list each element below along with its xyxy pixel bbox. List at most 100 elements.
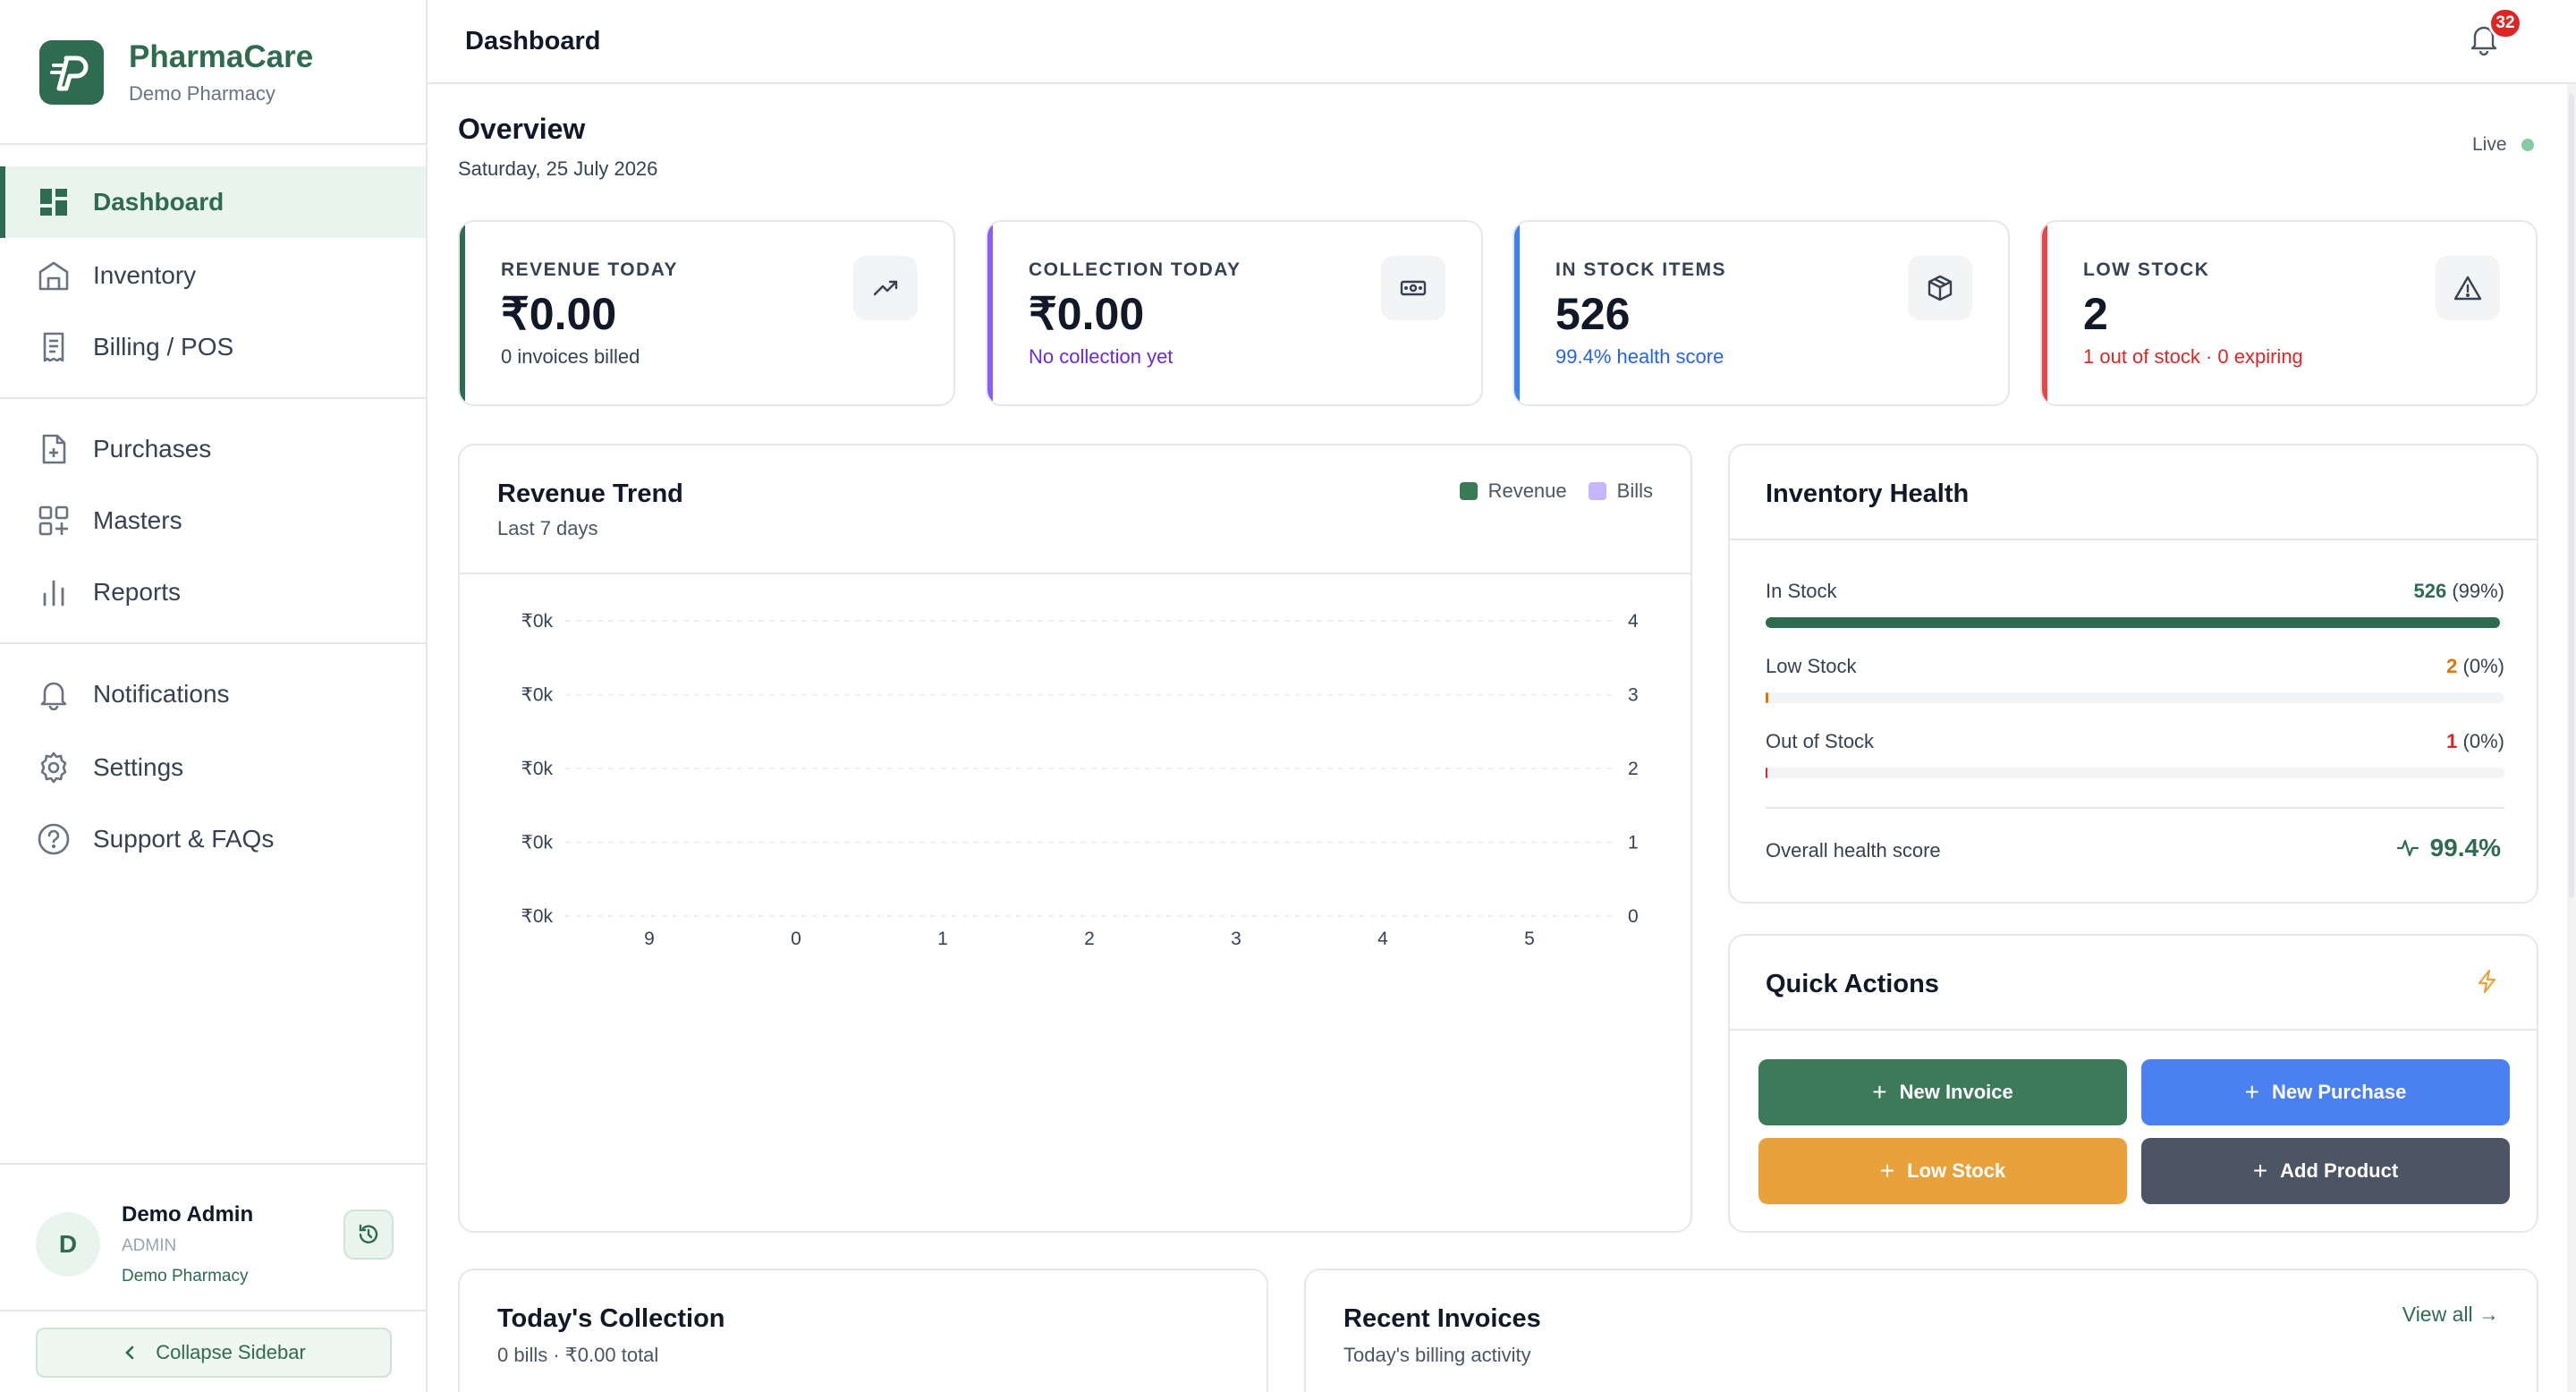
nav-item-support[interactable]: Support & FAQs <box>0 803 426 875</box>
nav-item-settings[interactable]: Settings <box>0 732 426 803</box>
y-tick-right: 3 <box>1628 685 1639 706</box>
stat-label: IN STOCK ITEMS <box>1555 259 1726 280</box>
brand-name-part2: Care <box>243 39 314 74</box>
health-label: Low Stock <box>1766 655 1857 677</box>
health-count: 1 <box>2446 730 2458 752</box>
health-value: 526 (99%) <box>2413 580 2504 603</box>
health-percent: (99%) <box>2452 580 2504 602</box>
legend-item-bills[interactable]: Bills <box>1588 480 1653 503</box>
health-percent: (0%) <box>2462 655 2504 677</box>
nav-label-billing: Billing / POS <box>93 333 234 361</box>
y-tick-left: ₹0k <box>521 833 553 853</box>
nav-item-reports[interactable]: Reports <box>0 556 426 628</box>
avatar[interactable]: D <box>36 1212 100 1277</box>
nav-label-support: Support & FAQs <box>93 825 275 853</box>
brand[interactable]: PharmaCare Demo Pharmacy <box>39 39 313 106</box>
health-progress-track <box>1766 692 2504 703</box>
plus-icon: + <box>2252 1157 2268 1184</box>
nav-item-masters[interactable]: Masters <box>0 485 426 556</box>
health-progress-track <box>1766 617 2504 628</box>
notifications-button[interactable]: 32 <box>2469 7 2522 59</box>
scrollbar[interactable] <box>2567 84 2576 1392</box>
sidebar: PharmaCare Demo Pharmacy Dashboard Inven… <box>0 0 428 1392</box>
card-divider <box>1730 1029 2537 1031</box>
new-invoice-button[interactable]: + New Invoice <box>1758 1059 2127 1125</box>
x-tick: 1 <box>937 929 948 949</box>
live-label: Live <box>2472 134 2507 155</box>
low-stock-button[interactable]: + Low Stock <box>1758 1138 2127 1204</box>
health-count: 526 <box>2413 580 2447 602</box>
help-circle-icon <box>36 821 72 857</box>
legend-label-bills: Bills <box>1616 480 1653 502</box>
notification-count-badge: 32 <box>2488 7 2522 39</box>
revenue-trend-chart: ₹0k 4 ₹0k 3 ₹0k 2 ₹0k 1 ₹0k 0 9 0 1 2 3 4 5 <box>521 611 1639 949</box>
nav-item-purchases[interactable]: Purchases <box>0 413 426 485</box>
scrollbar-thumb[interactable] <box>2569 93 2574 898</box>
nav-item-dashboard[interactable]: Dashboard <box>0 166 426 238</box>
legend-swatch-revenue <box>1459 482 1478 500</box>
divider <box>0 642 428 644</box>
stat-label: REVENUE TODAY <box>501 259 679 280</box>
user-role: ADMIN <box>122 1236 177 1255</box>
stat-card-revenue[interactable]: REVENUE TODAY ₹0.00 0 invoices billed <box>458 220 955 406</box>
nav-item-billing[interactable]: Billing / POS <box>0 311 426 383</box>
quick-actions-title: Quick Actions <box>1766 970 1939 998</box>
stat-accent-bar <box>2042 222 2047 404</box>
low-stock-label: Low Stock <box>1907 1159 2006 1182</box>
brand-name-part1: Pharma <box>129 39 244 74</box>
stat-card-in-stock[interactable]: IN STOCK ITEMS 526 99.4% health score <box>1513 220 2010 406</box>
page-title: Dashboard <box>465 27 601 55</box>
add-product-button[interactable]: + Add Product <box>2141 1138 2510 1204</box>
inventory-health-title: Inventory Health <box>1766 480 1970 508</box>
stat-card-low-stock[interactable]: LOW STOCK 2 1 out of stock · 0 expiring <box>2040 220 2538 406</box>
user-name: Demo Admin <box>122 1202 254 1226</box>
inventory-health-card: Inventory Health In Stock 526 (99%) Low … <box>1728 444 2538 904</box>
collapse-sidebar-button[interactable]: Collapse Sidebar <box>36 1328 392 1378</box>
card-divider <box>1766 807 2504 809</box>
chart-legend: Revenue Bills <box>1438 480 1653 503</box>
recent-invoices-subtitle: Today's billing activity <box>1343 1344 1531 1366</box>
view-all-link[interactable]: View all → <box>2402 1303 2499 1327</box>
recent-invoices-title: Recent Invoices <box>1343 1304 1541 1333</box>
nav-label-dashboard: Dashboard <box>93 188 225 216</box>
stat-label: LOW STOCK <box>2083 259 2210 280</box>
recent-invoices-card: Recent Invoices Today's billing activity… <box>1304 1269 2538 1392</box>
overall-health-value: 99.4% <box>2429 834 2501 862</box>
gear-icon <box>36 750 72 785</box>
divider <box>0 1310 428 1311</box>
health-label: In Stock <box>1766 580 1837 602</box>
history-button[interactable] <box>343 1210 394 1260</box>
user-profile: D Demo Admin ADMIN Demo Pharmacy <box>36 1202 394 1286</box>
y-tick-right: 4 <box>1628 611 1639 632</box>
collapse-sidebar-label: Collapse Sidebar <box>156 1341 306 1363</box>
card-divider <box>460 573 1690 574</box>
divider <box>0 143 428 145</box>
bell-icon <box>36 676 72 712</box>
health-count: 2 <box>2446 655 2458 677</box>
y-tick-right: 2 <box>1628 759 1639 779</box>
nav-label-inventory: Inventory <box>93 261 197 289</box>
x-tick: 0 <box>791 929 801 949</box>
stat-card-collection[interactable]: COLLECTION TODAY ₹0.00 No collection yet <box>986 220 1483 406</box>
new-purchase-button[interactable]: + New Purchase <box>2141 1059 2510 1125</box>
health-label: Out of Stock <box>1766 730 1875 752</box>
nav-item-notifications[interactable]: Notifications <box>0 658 426 730</box>
y-tick-right: 1 <box>1628 833 1639 853</box>
plus-icon: + <box>1872 1078 1887 1106</box>
health-percent: (0%) <box>2462 730 2504 752</box>
legend-item-revenue[interactable]: Revenue <box>1459 480 1567 503</box>
health-progress-fill <box>1766 617 2501 628</box>
brand-subtitle: Demo Pharmacy <box>129 82 275 105</box>
add-product-label: Add Product <box>2280 1159 2399 1182</box>
todays-collection-card: Today's Collection 0 bills · ₹0.00 total <box>458 1269 1268 1392</box>
stat-subtext: 99.4% health score <box>1555 345 1724 368</box>
nav-item-inventory[interactable]: Inventory <box>0 240 426 311</box>
plus-icon: + <box>2244 1078 2259 1106</box>
stat-value: 526 <box>1555 289 1631 339</box>
stat-accent-bar <box>987 222 993 404</box>
brand-name: PharmaCare <box>129 39 313 75</box>
top-header: Dashboard 32 <box>428 0 2576 84</box>
activity-icon <box>2396 839 2419 857</box>
stat-value: ₹0.00 <box>1029 289 1145 339</box>
overall-health-score: 99.4% <box>2396 834 2501 862</box>
